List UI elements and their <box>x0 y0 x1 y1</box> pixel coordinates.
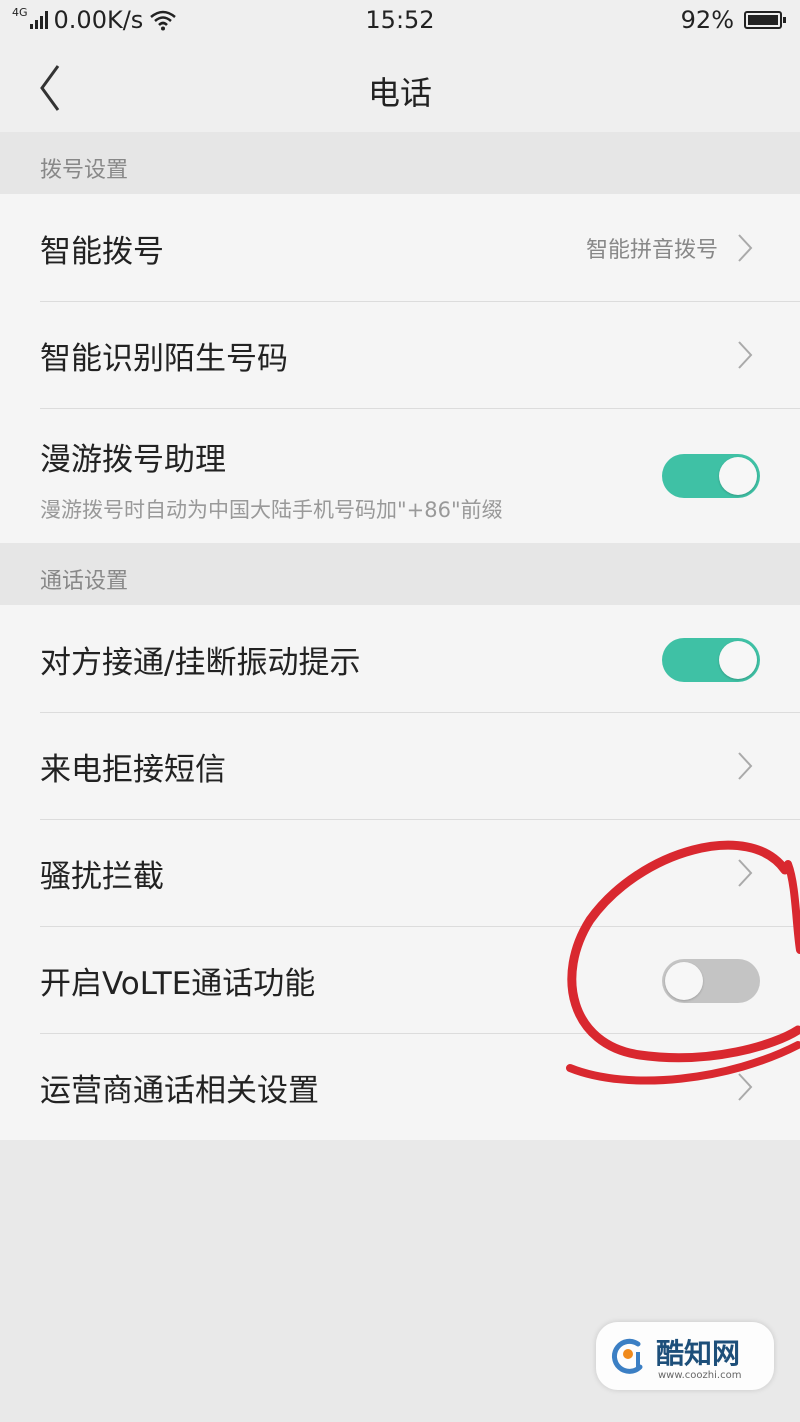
row-title: 开启VoLTE通话功能 <box>40 966 316 1002</box>
watermark: 酷知网 www.coozhi.com <box>596 1322 774 1390</box>
row-smart-dial[interactable]: 智能拨号 智能拼音拨号 <box>0 194 800 301</box>
row-value: 智能拼音拨号 <box>585 238 718 263</box>
watermark-brand: 酷知网 <box>656 1337 741 1370</box>
group-call-settings: 对方接通/挂断振动提示 来电拒接短信 骚扰拦截 开启VoLTE通话功能 运营商通… <box>0 605 800 1140</box>
row-carrier-settings[interactable]: 运营商通话相关设置 <box>0 1033 800 1140</box>
battery-icon <box>744 11 786 29</box>
row-title: 来电拒接短信 <box>40 752 226 788</box>
row-reject-sms[interactable]: 来电拒接短信 <box>0 712 800 819</box>
toggle-knob <box>719 457 757 495</box>
watermark-url: www.coozhi.com <box>658 1370 742 1381</box>
row-title: 漫游拨号助理 <box>40 442 226 478</box>
connect-vibrate-toggle[interactable] <box>662 638 760 682</box>
row-title: 运营商通话相关设置 <box>40 1073 319 1109</box>
chevron-right-icon <box>738 341 753 369</box>
coozhi-logo-icon <box>612 1338 643 1374</box>
row-harassment-block[interactable]: 骚扰拦截 <box>0 819 800 926</box>
roaming-assistant-toggle[interactable] <box>662 454 760 498</box>
row-identify-unknown[interactable]: 智能识别陌生号码 <box>0 301 800 408</box>
row-subtitle: 漫游拨号时自动为中国大陆手机号码加"+86"前缀 <box>40 498 503 522</box>
battery-percent: 92% <box>680 6 734 34</box>
chevron-right-icon <box>738 1073 753 1101</box>
group-dial-settings: 智能拨号 智能拼音拨号 智能识别陌生号码 漫游拨号助理 漫游拨号时自动为中国大陆… <box>0 194 800 544</box>
row-volte: 开启VoLTE通话功能 <box>0 926 800 1033</box>
row-title: 智能识别陌生号码 <box>40 341 288 377</box>
nav-bar: 电话 <box>0 44 800 132</box>
volte-toggle[interactable] <box>662 959 760 1003</box>
row-roaming-assistant: 漫游拨号助理 漫游拨号时自动为中国大陆手机号码加"+86"前缀 <box>0 408 800 544</box>
chevron-right-icon <box>738 859 753 887</box>
row-title: 智能拨号 <box>40 234 164 270</box>
chevron-right-icon <box>738 752 753 780</box>
toggle-knob <box>719 641 757 679</box>
row-title: 骚扰拦截 <box>40 859 164 895</box>
page-title: 电话 <box>367 74 432 112</box>
section-header-dial: 拨号设置 <box>0 132 800 194</box>
section-header-call: 通话设置 <box>0 543 800 605</box>
row-connect-vibrate: 对方接通/挂断振动提示 <box>0 605 800 712</box>
toggle-knob <box>665 962 703 1000</box>
row-title: 对方接通/挂断振动提示 <box>40 645 361 681</box>
status-bar: 4G 0.00K/s 15:52 92% <box>0 0 800 44</box>
chevron-right-icon <box>738 234 753 262</box>
